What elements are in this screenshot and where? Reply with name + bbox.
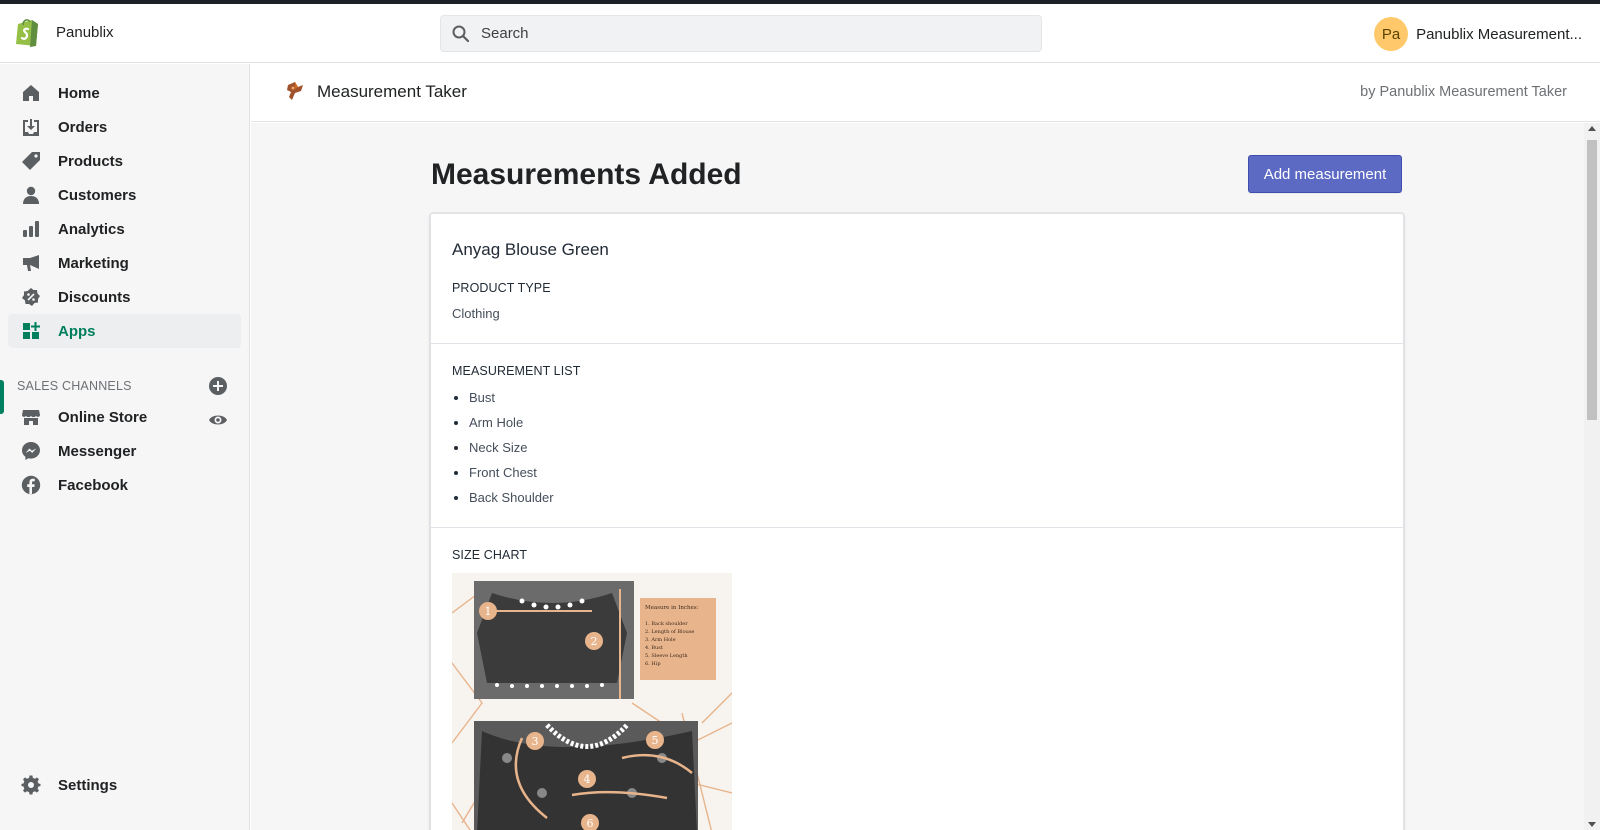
sidebar-item-label: Online Store [58,408,148,426]
sidebar-item-products[interactable]: Products [8,144,241,178]
sidebar-item-label: Marketing [58,254,129,272]
sidebar-item-facebook[interactable]: Facebook [8,468,241,502]
size-chart-item: 4. Bust [645,645,663,651]
scrollbar[interactable] [1584,123,1600,830]
marker-1: 1 [485,605,492,618]
sidebar-item-label: Discounts [58,288,131,306]
app-header: Measurement Taker by Panublix Measuremen… [251,64,1600,122]
main-content: Measurements Added Add measurement Anyag… [251,123,1584,830]
bar-chart-icon [20,218,42,240]
measurement-list-section: MEASUREMENT LIST Bust Arm Hole Neck Size… [431,344,1403,528]
facebook-icon [20,474,42,496]
top-bar: Panublix Search Pa Panublix Measurement.… [0,4,1600,63]
marker-6: 6 [587,817,594,830]
sidebar-item-messenger[interactable]: Messenger [8,434,241,468]
add-measurement-button[interactable]: Add measurement [1248,155,1402,193]
account-menu[interactable]: Pa Panublix Measurement... [1374,17,1582,51]
sidebar: Home Orders Products Customers Analytics… [0,64,250,830]
product-type-label: PRODUCT TYPE [452,281,551,295]
sidebar-item-label: Apps [58,322,96,340]
sidebar-item-label: Messenger [58,442,137,460]
size-chart-item: 5. Sleeve Length [645,653,688,659]
sidebar-item-label: Analytics [58,220,125,238]
marker-2: 2 [591,635,598,648]
marker-5: 5 [652,734,659,747]
product-summary-section: Anyag Blouse Green PRODUCT TYPE Clothing [431,214,1403,344]
sidebar-item-customers[interactable]: Customers [8,178,241,212]
search-input[interactable]: Search [440,15,1042,52]
size-chart-item: 6. Hip [645,661,661,667]
sidebar-item-discounts[interactable]: Discounts [8,280,241,314]
orders-icon [20,116,42,138]
person-icon [20,184,42,206]
app-logo-icon [283,79,307,103]
size-chart-item: 3. Arm Hole [645,637,676,643]
sidebar-item-label: Orders [58,118,108,136]
list-item: Arm Hole [469,414,554,439]
active-indicator [0,380,4,414]
marker-4: 4 [584,773,591,786]
sidebar-item-marketing[interactable]: Marketing [8,246,241,280]
search-placeholder: Search [481,25,529,42]
product-name: Anyag Blouse Green [452,240,609,259]
home-icon [20,82,42,104]
size-chart-section: SIZE CHART 1 2 Measure in Inches: 1. Bac… [431,528,1403,830]
eye-icon[interactable] [208,410,228,430]
sidebar-item-orders[interactable]: Orders [8,110,241,144]
list-item: Neck Size [469,439,554,464]
store-name: Panublix [56,23,114,41]
gear-icon [20,774,42,796]
size-chart-heading: Measure in Inches: [645,605,699,611]
sidebar-item-settings[interactable]: Settings [8,768,241,802]
marker-3: 3 [532,735,539,748]
megaphone-icon [20,252,42,274]
sidebar-item-label: Customers [58,186,137,204]
add-sales-channel-icon[interactable] [208,376,228,396]
size-chart-item: 2. Length of Blouse [645,629,694,635]
messenger-icon [20,440,42,462]
search-icon [452,25,470,42]
avatar: Pa [1374,17,1409,51]
list-item: Bust [469,389,554,414]
sidebar-item-analytics[interactable]: Analytics [8,212,241,246]
store-brand[interactable]: Panublix [14,16,114,48]
list-item: Front Chest [469,464,554,489]
account-name: Panublix Measurement... [1416,25,1582,43]
scrollbar-thumb[interactable] [1587,140,1597,420]
sales-channels-title: SALES CHANNELS [17,379,132,393]
size-chart-label: SIZE CHART [452,548,528,562]
sidebar-item-apps[interactable]: Apps [8,314,241,348]
tag-icon [20,150,42,172]
measurement-list-label: MEASUREMENT LIST [452,364,581,378]
shopify-logo-icon [16,19,38,47]
page-title: Measurements Added [431,158,742,191]
sidebar-item-home[interactable]: Home [8,76,241,110]
scroll-down-icon[interactable] [1588,822,1596,827]
app-name: Measurement Taker [317,82,467,101]
product-type-value: Clothing [452,306,500,321]
sidebar-item-label: Facebook [58,476,129,494]
scroll-up-icon[interactable] [1588,126,1596,131]
size-chart-image: 1 2 Measure in Inches: 1. Back shoulder … [452,573,732,830]
discount-icon [20,286,42,308]
product-card: Anyag Blouse Green PRODUCT TYPE Clothing… [430,213,1404,830]
apps-icon [20,320,42,342]
sidebar-item-online-store[interactable]: Online Store [8,400,241,434]
sidebar-item-label: Home [58,84,100,102]
size-chart-item: 1. Back shoulder [645,621,688,627]
app-developer: by Panublix Measurement Taker [1360,84,1567,100]
sidebar-item-label: Products [58,152,124,170]
measurement-list: Bust Arm Hole Neck Size Front Chest Back… [469,389,554,514]
sidebar-item-label: Settings [58,776,118,794]
list-item: Back Shoulder [469,489,554,514]
store-icon [20,406,42,428]
